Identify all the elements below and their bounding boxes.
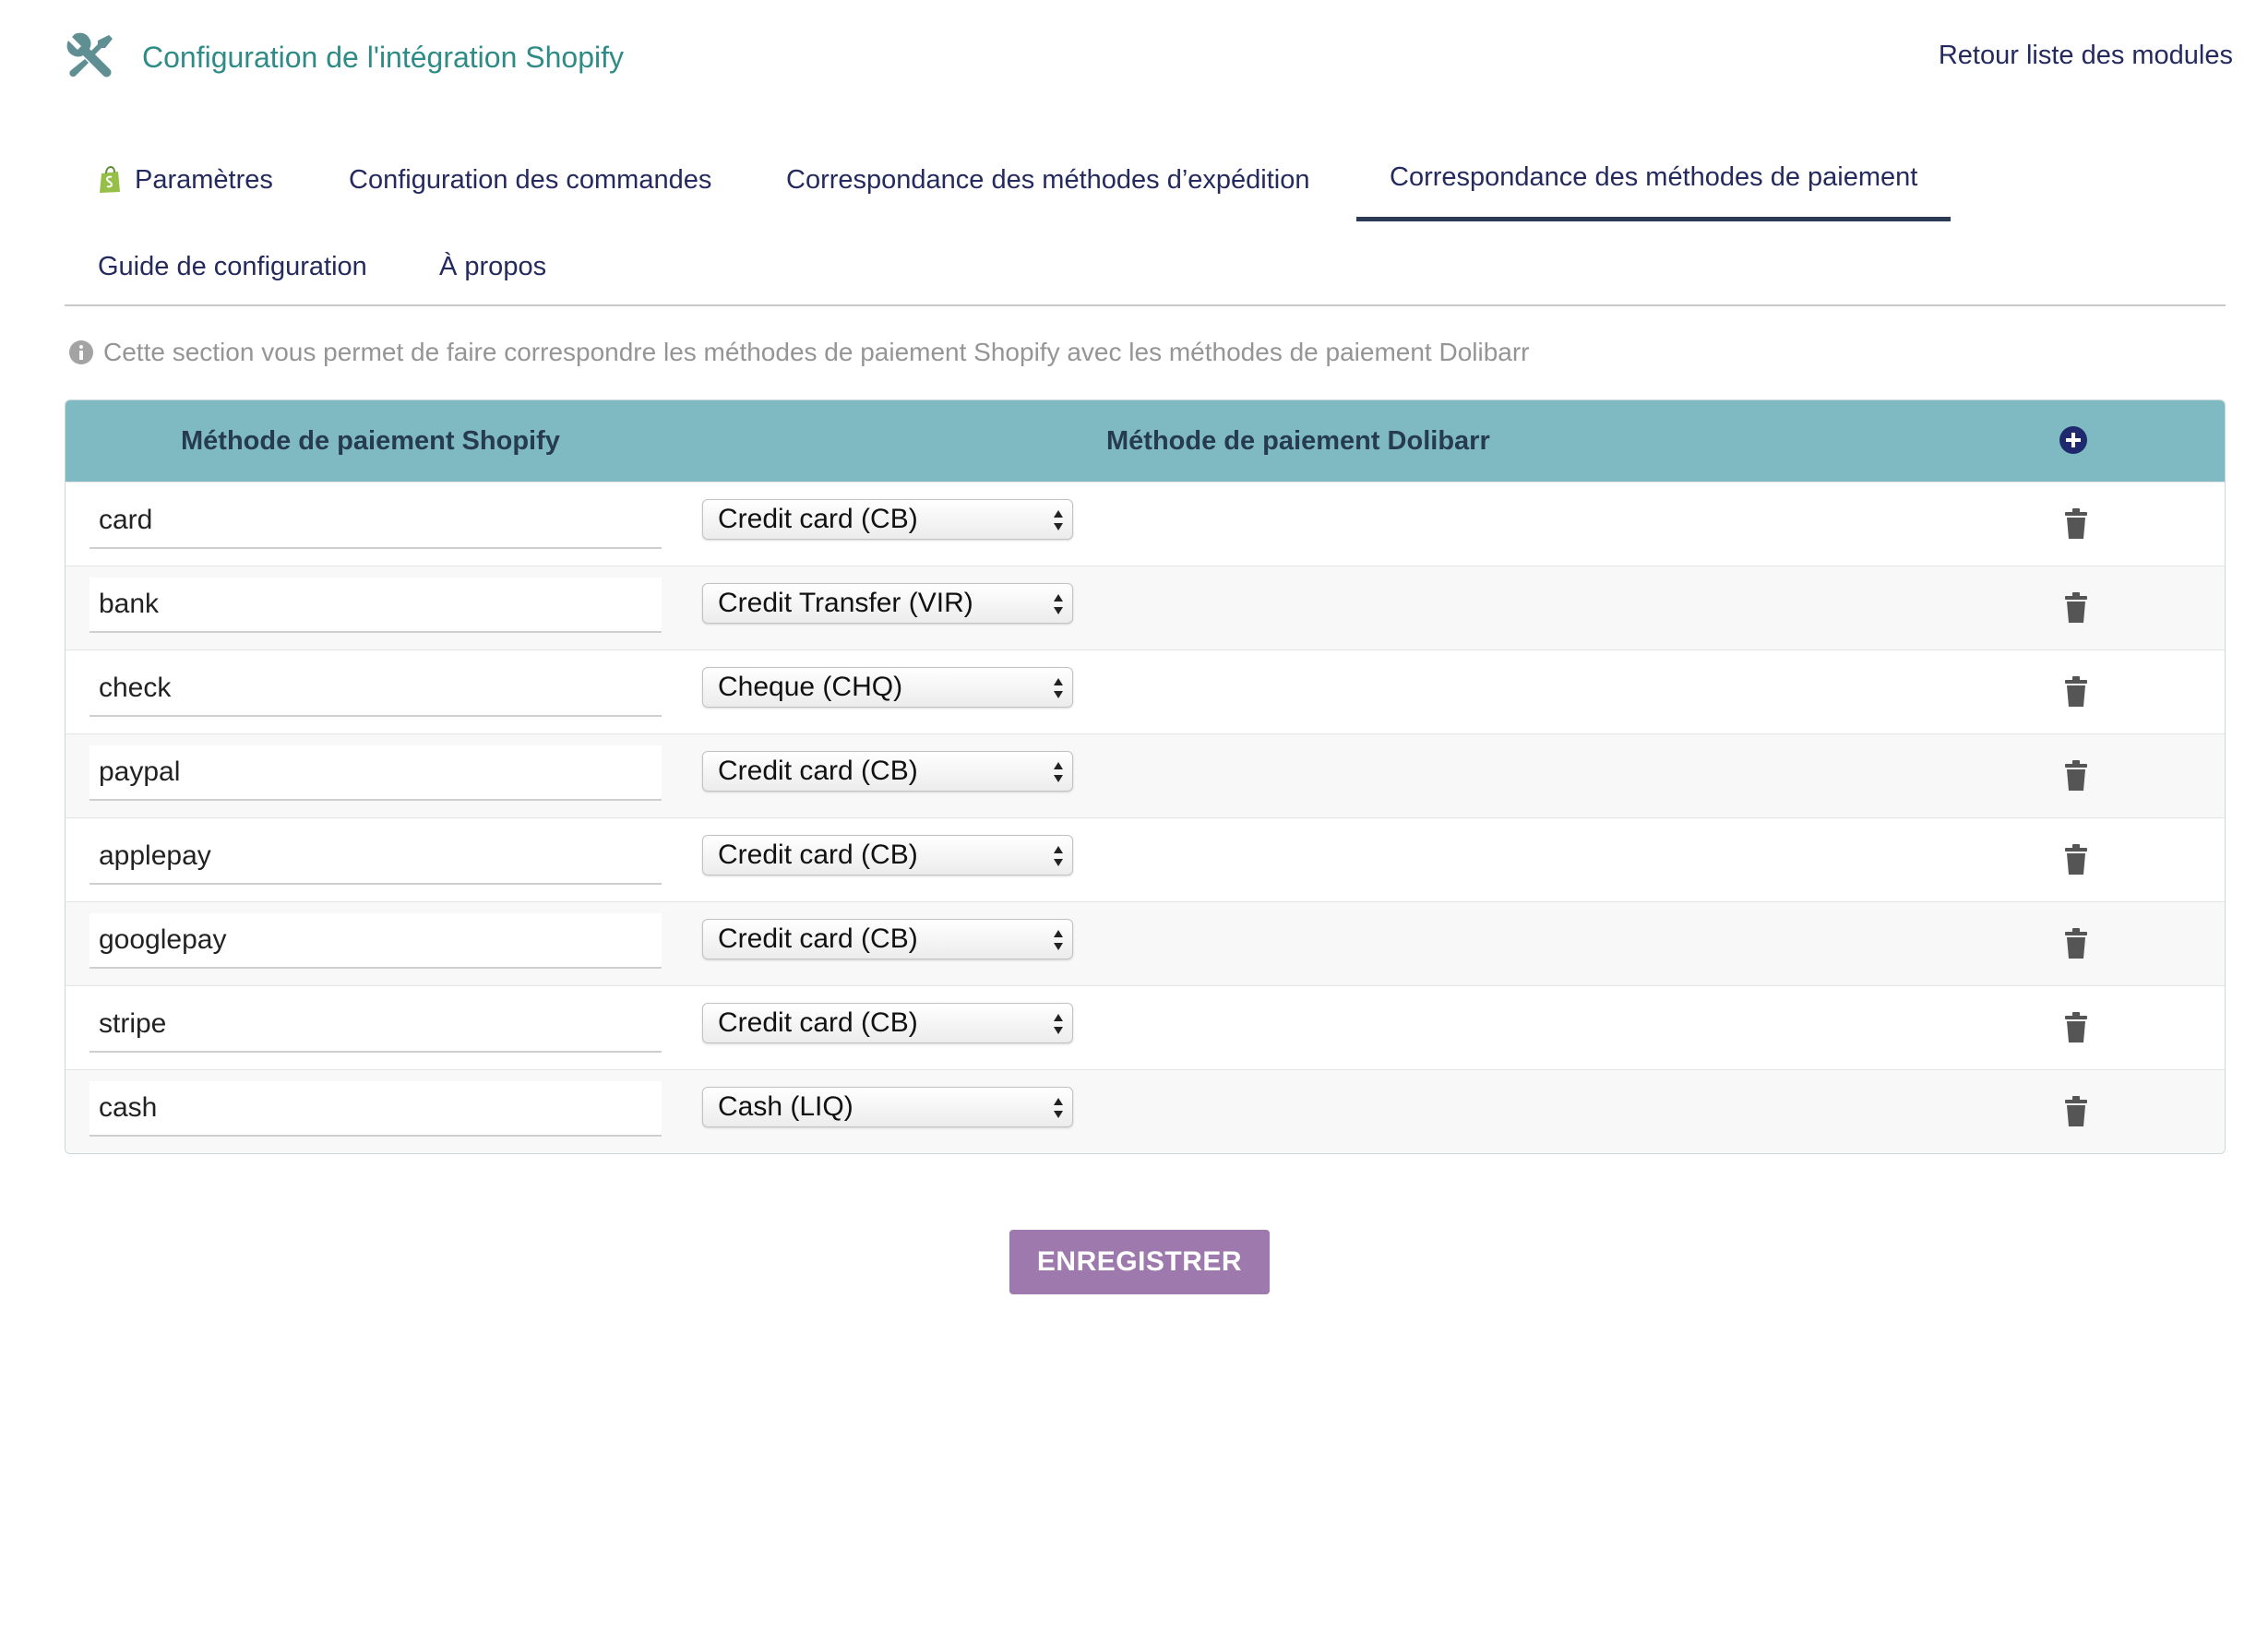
shopify-method-input[interactable] xyxy=(90,578,662,633)
select-arrows-icon xyxy=(1054,762,1063,782)
table-row: Credit card (CB) xyxy=(66,901,2225,985)
table-row: Credit card (CB) xyxy=(66,817,2225,901)
page-title: Configuration de l'intégration Shopify xyxy=(142,40,624,74)
dolibarr-method-select[interactable]: Credit card (CB) xyxy=(702,751,1073,792)
select-arrows-icon xyxy=(1054,846,1063,866)
table-row: Credit card (CB) xyxy=(66,733,2225,817)
select-value: Credit card (CB) xyxy=(718,756,918,786)
select-value: Credit Transfer (VIR) xyxy=(718,588,973,618)
shopify-method-input[interactable] xyxy=(90,829,662,885)
column-header-dolibarr: Méthode de paiement Dolibarr xyxy=(1106,425,1490,456)
tab-label: Correspondance des méthodes d’expédition xyxy=(786,164,1310,195)
select-value: Cheque (CHQ) xyxy=(718,672,903,702)
select-arrows-icon xyxy=(1054,1014,1063,1034)
payment-mapping-table: Méthode de paiement Shopify Méthode de p… xyxy=(65,399,2226,1154)
table-header: Méthode de paiement Shopify Méthode de p… xyxy=(66,400,2225,482)
select-arrows-icon xyxy=(1054,930,1063,950)
table-row: Cheque (CHQ) xyxy=(66,649,2225,733)
dolibarr-method-select[interactable]: Credit card (CB) xyxy=(702,919,1073,959)
plus-circle-icon[interactable] xyxy=(2059,425,2088,455)
tab-a-propos[interactable]: À propos xyxy=(439,225,546,308)
trash-icon[interactable] xyxy=(2063,928,2089,959)
table-row: Cash (LIQ) xyxy=(66,1069,2225,1153)
trash-icon[interactable] xyxy=(2063,760,2089,792)
trash-icon[interactable] xyxy=(2063,676,2089,708)
trash-icon[interactable] xyxy=(2063,1096,2089,1127)
tab-methodes-expedition[interactable]: Correspondance des méthodes d’expédition xyxy=(786,138,1309,221)
tab-bar: Paramètres Configuration des commandes C… xyxy=(65,138,2226,306)
tab-guide-configuration[interactable]: Guide de configuration xyxy=(98,225,367,308)
column-header-shopify: Méthode de paiement Shopify xyxy=(181,425,560,456)
trash-icon[interactable] xyxy=(2063,844,2089,876)
dolibarr-method-select[interactable]: Cheque (CHQ) xyxy=(702,667,1073,708)
info-text: Cette section vous permet de faire corre… xyxy=(103,338,1530,366)
back-to-modules-link[interactable]: Retour liste des modules xyxy=(1939,41,2233,71)
dolibarr-method-select[interactable]: Credit Transfer (VIR) xyxy=(702,583,1073,624)
select-arrows-icon xyxy=(1054,1098,1063,1118)
tab-configuration-commandes[interactable]: Configuration des commandes xyxy=(349,138,711,221)
dolibarr-method-select[interactable]: Credit card (CB) xyxy=(702,1003,1073,1043)
dolibarr-method-select[interactable]: Cash (LIQ) xyxy=(702,1087,1073,1127)
shopify-method-input[interactable] xyxy=(90,494,662,549)
save-area: ENREGISTRER xyxy=(0,1230,2268,1294)
table-row: Credit card (CB) xyxy=(66,985,2225,1069)
select-value: Credit card (CB) xyxy=(718,1007,918,1038)
shopify-method-input[interactable] xyxy=(90,997,662,1053)
tab-label: Guide de configuration xyxy=(98,251,367,281)
page: Configuration de l'intégration Shopify R… xyxy=(0,0,2268,1644)
table-row: Credit card (CB) xyxy=(66,482,2225,566)
shopify-method-input[interactable] xyxy=(90,745,662,801)
dolibarr-method-select[interactable]: Credit card (CB) xyxy=(702,835,1073,876)
tab-label: Configuration des commandes xyxy=(349,164,712,195)
table-row: Credit Transfer (VIR) xyxy=(66,566,2225,649)
info-icon xyxy=(69,340,93,364)
shopify-method-input[interactable] xyxy=(90,913,662,969)
tools-icon xyxy=(66,32,113,77)
select-arrows-icon xyxy=(1054,678,1063,698)
page-header: Configuration de l'intégration Shopify xyxy=(65,31,624,83)
trash-icon[interactable] xyxy=(2063,1012,2089,1043)
tab-label: Paramètres xyxy=(135,164,273,195)
trash-icon[interactable] xyxy=(2063,592,2089,624)
save-button[interactable]: ENREGISTRER xyxy=(1009,1230,1271,1294)
select-arrows-icon xyxy=(1054,510,1063,530)
select-value: Credit card (CB) xyxy=(718,923,918,954)
trash-icon[interactable] xyxy=(2063,508,2089,540)
info-message: Cette section vous permet de faire corre… xyxy=(68,338,1530,367)
shopify-method-input[interactable] xyxy=(90,1081,662,1137)
select-arrows-icon xyxy=(1054,594,1063,614)
select-value: Credit card (CB) xyxy=(718,504,918,534)
tab-methodes-paiement[interactable]: Correspondance des méthodes de paiement xyxy=(1356,138,1952,221)
shopify-method-input[interactable] xyxy=(90,661,662,717)
tab-parametres[interactable]: Paramètres xyxy=(98,138,273,221)
shopify-bag-icon xyxy=(100,166,120,193)
dolibarr-method-select[interactable]: Credit card (CB) xyxy=(702,499,1073,540)
select-value: Credit card (CB) xyxy=(718,840,918,870)
select-value: Cash (LIQ) xyxy=(718,1091,853,1122)
tab-label: À propos xyxy=(439,251,547,281)
tab-label: Correspondance des méthodes de paiement xyxy=(1390,162,1918,192)
